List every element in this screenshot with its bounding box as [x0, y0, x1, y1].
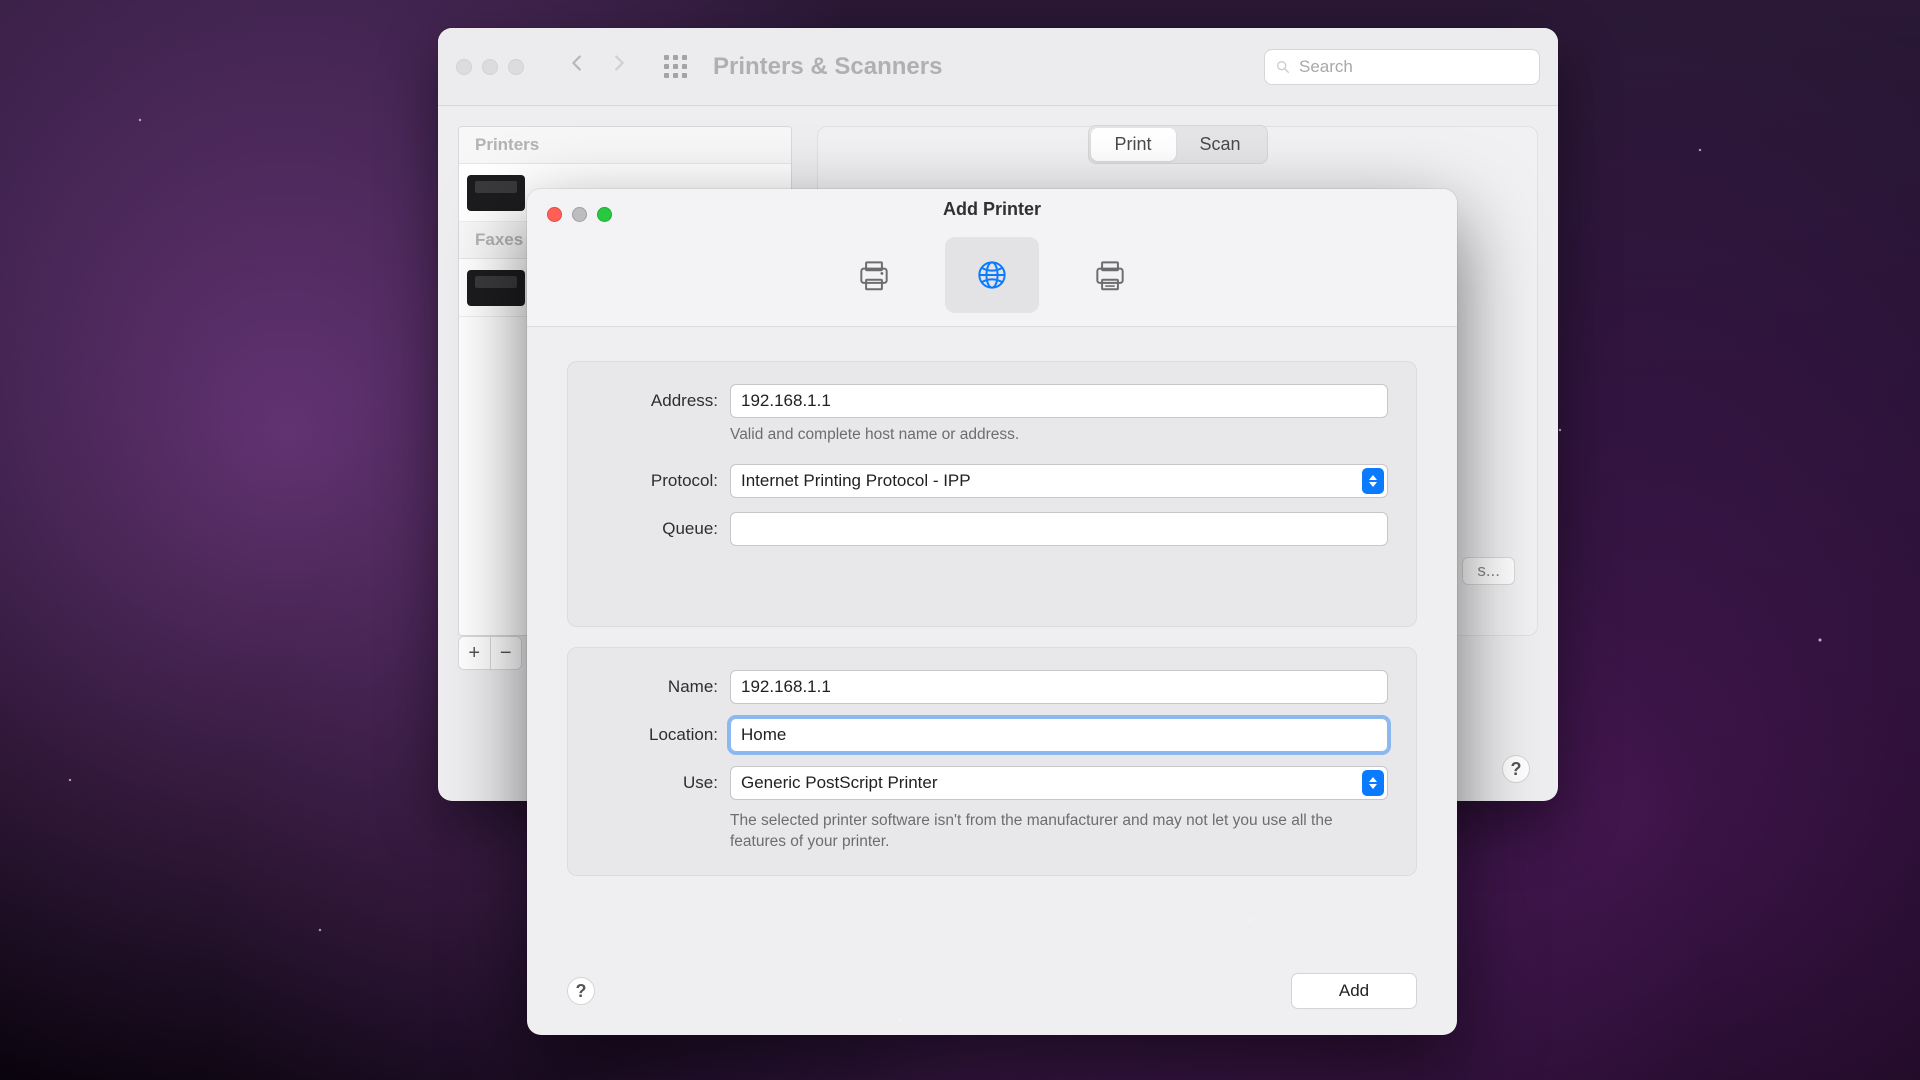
- search-placeholder: Search: [1299, 57, 1353, 77]
- window-controls: [547, 207, 612, 222]
- use-select[interactable]: Generic PostScript Printer: [730, 766, 1388, 800]
- zoom-dot-inactive[interactable]: [508, 59, 524, 75]
- search-field[interactable]: Search: [1264, 49, 1540, 85]
- sidebar-section-printers: Printers: [459, 127, 791, 164]
- add-printer-window: Add Printer Address:: [527, 189, 1457, 1035]
- sidebar-add-remove: + −: [458, 636, 522, 670]
- connection-form-card: Address: 192.168.1.1 Valid and complete …: [567, 361, 1417, 627]
- select-arrows-icon: [1362, 770, 1384, 796]
- close-button[interactable]: [547, 207, 562, 222]
- printer-device-icon: [467, 175, 525, 211]
- address-input[interactable]: 192.168.1.1: [730, 384, 1388, 418]
- tab-print[interactable]: Print: [1090, 128, 1175, 161]
- pref-toolbar: Printers & Scanners Search: [438, 28, 1558, 106]
- desktop-wallpaper: Printers & Scanners Search Printers Faxe…: [0, 0, 1920, 1080]
- close-dot-inactive[interactable]: [456, 59, 472, 75]
- tab-scan[interactable]: Scan: [1175, 128, 1264, 161]
- nav-back-icon[interactable]: [562, 52, 592, 81]
- select-arrows-icon: [1362, 468, 1384, 494]
- add-printer-footer: ? Add: [567, 973, 1417, 1009]
- add-printer-title: Add Printer: [527, 199, 1457, 220]
- location-input[interactable]: Home: [730, 718, 1388, 752]
- minimize-button[interactable]: [572, 207, 587, 222]
- printer-identity-card: Name: 192.168.1.1 Location: Home Use: Ge…: [567, 647, 1417, 876]
- queue-input[interactable]: [730, 512, 1388, 546]
- add-printer-body: Address: 192.168.1.1 Valid and complete …: [527, 327, 1457, 916]
- location-label: Location:: [596, 725, 718, 745]
- options-supplies-button-peek[interactable]: s...: [1462, 557, 1515, 585]
- search-icon: [1275, 59, 1291, 75]
- protocol-select[interactable]: Internet Printing Protocol - IPP: [730, 464, 1388, 498]
- tab-default-printer-icon[interactable]: [827, 237, 921, 313]
- help-button[interactable]: ?: [567, 977, 595, 1005]
- fax-device-icon: [467, 270, 525, 306]
- tab-windows-printer-icon[interactable]: [1063, 237, 1157, 313]
- name-input[interactable]: 192.168.1.1: [730, 670, 1388, 704]
- address-label: Address:: [596, 391, 718, 411]
- add-printer-button[interactable]: +: [459, 637, 491, 669]
- name-label: Name:: [596, 677, 718, 697]
- minimize-dot-inactive[interactable]: [482, 59, 498, 75]
- print-scan-segmented: Print Scan: [1087, 125, 1267, 164]
- protocol-label: Protocol:: [596, 471, 718, 491]
- nav-forward-icon[interactable]: [604, 52, 634, 81]
- use-label: Use:: [596, 773, 718, 793]
- add-printer-header: Add Printer: [527, 189, 1457, 327]
- window-controls-inactive: [456, 59, 524, 75]
- add-printer-tabs: [827, 237, 1157, 313]
- use-hint: The selected printer software isn't from…: [730, 810, 1388, 853]
- show-all-grid-icon[interactable]: [664, 55, 687, 78]
- remove-printer-button[interactable]: −: [491, 637, 522, 669]
- help-button-back-window[interactable]: ?: [1502, 755, 1530, 783]
- pref-window-title: Printers & Scanners: [713, 53, 942, 81]
- queue-label: Queue:: [596, 519, 718, 539]
- zoom-button[interactable]: [597, 207, 612, 222]
- tab-ip-printer-icon[interactable]: [945, 237, 1039, 313]
- address-hint: Valid and complete host name or address.: [730, 424, 1388, 446]
- add-button[interactable]: Add: [1291, 973, 1417, 1009]
